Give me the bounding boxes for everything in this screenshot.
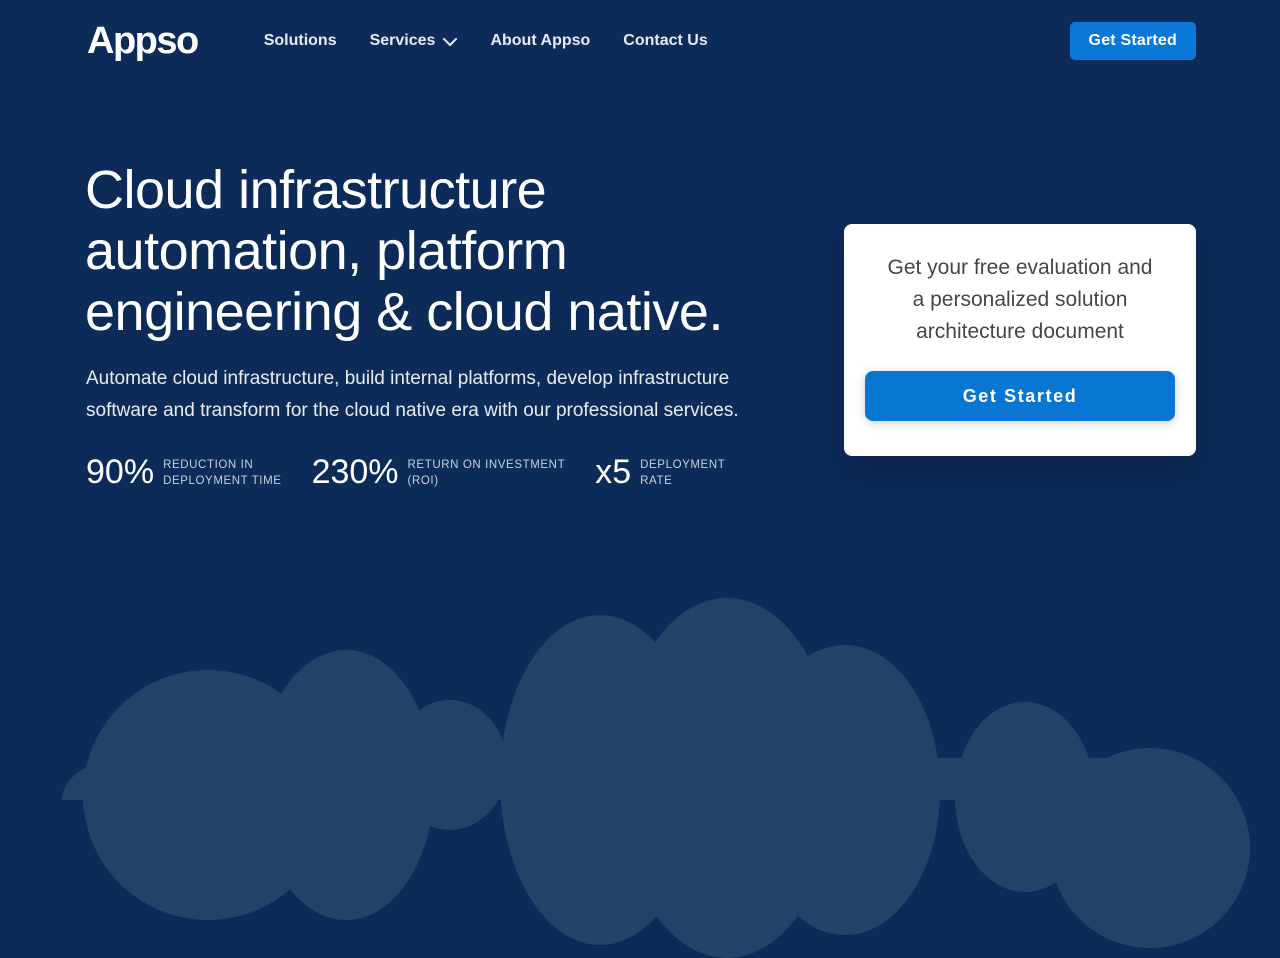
stat-value: 230% <box>311 453 399 491</box>
header: Appso Solutions Services About Appso Con… <box>0 0 1280 82</box>
hero-title-line: engineering & cloud native. <box>85 282 723 342</box>
cta-card-text-line: a personalized solution <box>912 288 1128 311</box>
nav-item-solutions[interactable]: Solutions <box>264 32 337 50</box>
stat-deployment-rate: x5 DEPLOYMENT RATE <box>595 452 725 492</box>
nav-item-label: Contact Us <box>623 32 708 49</box>
chevron-down-icon <box>443 37 458 47</box>
header-get-started-button[interactable]: Get Started <box>1069 22 1196 60</box>
cloud-bump <box>750 645 940 935</box>
stat-label-line: DEPLOYMENT TIME <box>163 474 282 487</box>
main-nav: Solutions Services About Appso Contact U… <box>264 32 708 50</box>
stat-label-line: REDUCTION IN <box>163 459 254 471</box>
hero-title-line: Cloud infrastructure <box>85 160 547 220</box>
stat-value: 90% <box>86 453 155 491</box>
nav-item-label: About Appso <box>490 32 591 49</box>
nav-item-contact-us[interactable]: Contact Us <box>623 32 707 50</box>
stat-roi: 230% RETURN ON INVESTMENT (ROI) <box>312 452 566 492</box>
hero-stats: 90% REDUCTION IN DEPLOYMENT TIME 230% RE… <box>86 452 725 492</box>
stat-label: DEPLOYMENT RATE <box>640 452 725 489</box>
stat-value: x5 <box>595 453 632 491</box>
cloud-bump <box>258 650 434 920</box>
stat-deployment-time: 90% REDUCTION IN DEPLOYMENT TIME <box>86 452 282 492</box>
brand-logo[interactable]: Appso <box>87 20 199 63</box>
cloud-bump <box>500 615 700 945</box>
nav-item-about-appso[interactable]: About Appso <box>490 32 590 50</box>
stat-label: RETURN ON INVESTMENT (ROI) <box>408 452 566 489</box>
hero-subtitle: Automate cloud infrastructure, build int… <box>86 368 739 421</box>
card-get-started-button[interactable]: Get Started <box>865 371 1175 421</box>
stat-label-line: (ROI) <box>407 474 439 487</box>
evaluation-cta-card: Get your free evaluation and a personali… <box>844 224 1196 456</box>
cta-card-text-line: Get your free evaluation and <box>887 256 1153 279</box>
stat-label-line: RATE <box>640 474 673 487</box>
cloud-bump <box>617 598 837 958</box>
nav-item-label: Services <box>369 32 436 49</box>
cloud-base <box>62 758 1225 800</box>
cloud-bump <box>83 670 333 920</box>
nav-item-services[interactable]: Services <box>370 32 458 50</box>
stat-label: REDUCTION IN DEPLOYMENT TIME <box>163 452 282 489</box>
stat-label-line: DEPLOYMENT <box>640 459 726 471</box>
cloud-bump <box>1050 748 1250 948</box>
stat-label-line: RETURN ON INVESTMENT <box>407 459 566 471</box>
nav-item-label: Solutions <box>263 32 337 49</box>
hero-title: Cloud infrastructure automation, platfor… <box>85 160 723 343</box>
hero-title-line: automation, platform <box>85 221 568 281</box>
cloud-bump <box>393 700 507 830</box>
cta-card-text: Get your free evaluation and a personali… <box>865 252 1175 348</box>
cloud-bump <box>955 702 1095 892</box>
cta-card-text-line: architecture document <box>916 320 1124 343</box>
